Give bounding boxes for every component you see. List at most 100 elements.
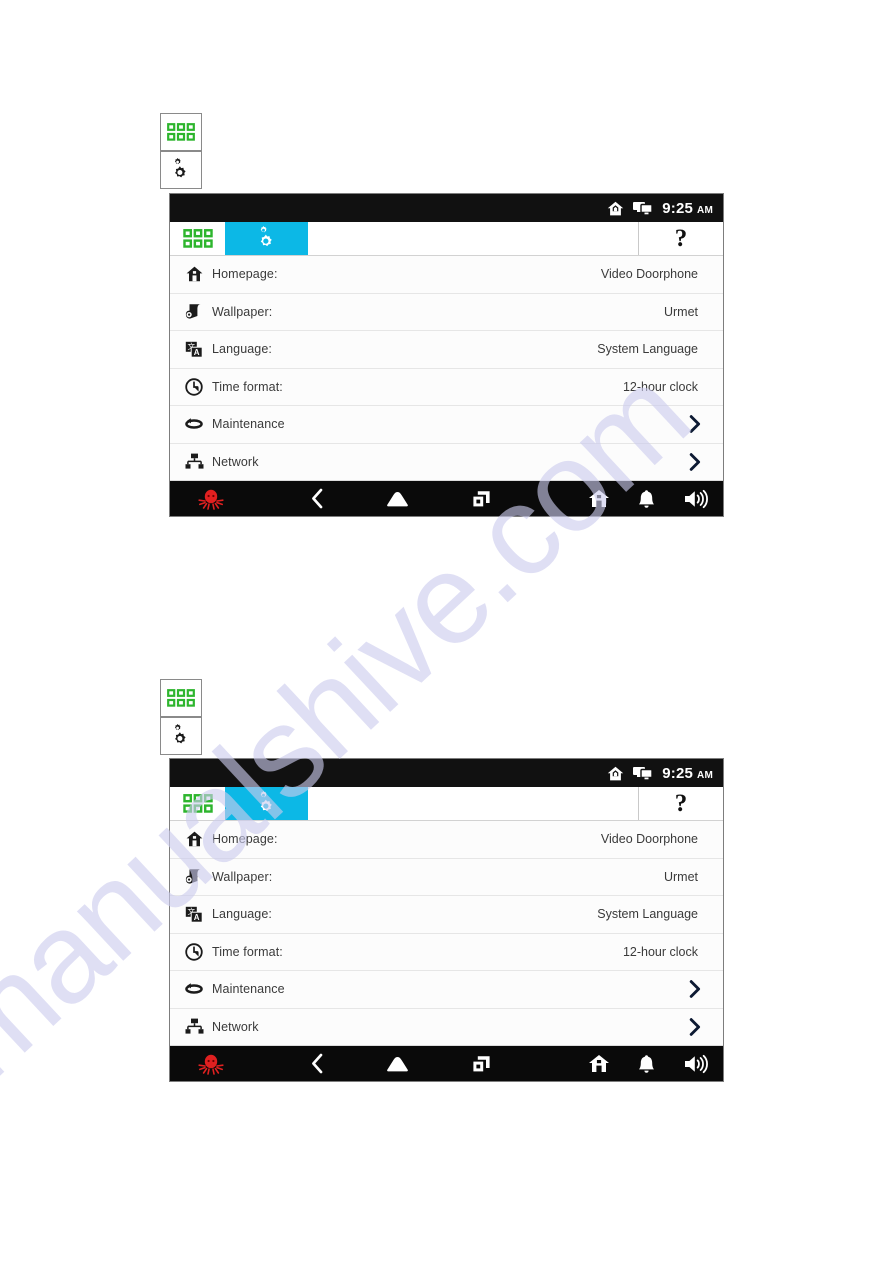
wallpaper-icon [170,303,212,320]
settings-row-label: Language: [212,342,272,357]
apps-grid-icon-chip-1[interactable] [160,113,202,151]
tab-applications[interactable] [170,222,225,255]
svg-text:A: A [194,348,200,357]
settings-list-2: Homepage: Video Doorphone Wallpaper: Urm… [170,821,723,1046]
chevron-right-icon[interactable] [689,415,723,434]
chevron-right-icon[interactable] [689,452,723,471]
house-button[interactable] [588,489,610,508]
clock-time: 9:25 [662,764,694,782]
volume-button[interactable] [683,1054,709,1074]
tab-settings[interactable] [225,787,308,820]
nav-right-group [560,489,723,509]
settings-row-label: Maintenance [212,982,285,997]
chevron-right-icon[interactable] [689,980,723,999]
bell-button[interactable] [638,489,655,509]
language-icon: 文A [170,906,212,923]
home-button[interactable] [384,1055,411,1073]
settings-row-label: Network [212,1019,259,1034]
settings-row-maintenance[interactable]: Maintenance [170,406,723,444]
apps-grid-icon [167,123,195,141]
settings-row-homepage[interactable]: Homepage: Video Doorphone [170,256,723,294]
settings-gear-icon [174,724,186,744]
settings-row-time-format[interactable]: Time format: 12-hour clock [170,368,723,406]
settings-row-network[interactable]: Network [170,1008,723,1046]
clock-meridiem: AM [697,769,713,781]
tab-bar-spacer [308,787,639,820]
home-icon [607,766,624,781]
settings-row-time-format[interactable]: Time format: 12-hour clock [170,933,723,971]
wallpaper-icon [170,868,212,885]
chevron-right-icon[interactable] [689,1017,723,1036]
back-button[interactable] [310,488,324,509]
clock-icon [170,943,212,961]
tab-bar: ? [170,222,723,256]
settings-row-label: Wallpaper: [212,304,273,319]
octopus-logo-icon [170,1053,252,1075]
bell-button[interactable] [638,1054,655,1074]
tab-applications[interactable] [170,787,225,820]
octopus-logo-icon [170,488,252,510]
settings-row-value: System Language [597,907,698,922]
settings-row-value: Video Doorphone [600,832,698,847]
maintenance-icon [170,417,212,431]
nav-mid-group [252,1053,560,1074]
settings-row-label: Language: [212,907,272,922]
tab-bar-spacer [308,222,639,255]
clock-icon [170,378,212,396]
settings-row-label: Homepage: [212,832,278,847]
settings-row-label: Time format: [212,944,283,959]
maintenance-icon [170,982,212,996]
home-icon [170,831,212,847]
help-button[interactable]: ? [639,787,723,820]
settings-row-wallpaper[interactable]: Wallpaper: Urmet [170,858,723,896]
svg-text:A: A [194,913,200,922]
bottom-nav-bar [170,481,723,516]
settings-gear-icon-chip-2[interactable] [160,717,202,755]
home-button[interactable] [384,490,411,508]
apps-grid-icon [167,689,195,707]
nav-mid-group [252,488,560,509]
settings-row-language[interactable]: 文A Language: System Language [170,896,723,934]
apps-grid-icon [182,229,213,248]
home-icon [170,266,212,282]
screens-icon [633,766,653,780]
tab-bar: ? [170,787,723,821]
volume-button[interactable] [683,489,709,509]
language-icon: 文A [170,341,212,358]
settings-row-homepage[interactable]: Homepage: Video Doorphone [170,821,723,859]
status-clock: 9:25 AM [662,200,713,217]
settings-row-value: Urmet [663,869,698,884]
device-screen-2: 9:25 AM ? Homepage: Video Doorphone Wall… [169,758,724,1082]
settings-gear-icon [260,226,272,247]
back-button[interactable] [310,1053,324,1074]
recent-apps-button[interactable] [471,1054,492,1074]
status-clock: 9:25 AM [662,765,713,782]
home-icon [607,201,624,216]
screens-icon [633,201,653,215]
house-button[interactable] [588,1054,610,1073]
nav-right-group [560,1054,723,1074]
settings-list-1: Homepage: Video Doorphone Wallpaper: Urm… [170,256,723,481]
settings-row-label: Time format: [212,379,283,394]
clock-time: 9:25 [662,199,694,217]
settings-gear-icon-chip-1[interactable] [160,151,202,189]
settings-row-value: Urmet [663,304,698,319]
settings-gear-icon [174,158,186,178]
settings-row-maintenance[interactable]: Maintenance [170,971,723,1009]
settings-row-wallpaper[interactable]: Wallpaper: Urmet [170,293,723,331]
settings-row-value: 12-hour clock [622,944,698,959]
status-bar: 9:25 AM [170,759,723,787]
settings-row-label: Maintenance [212,417,285,432]
help-button[interactable]: ? [639,222,723,255]
apps-grid-icon [182,794,213,813]
settings-row-network[interactable]: Network [170,443,723,481]
network-icon [170,1018,212,1035]
settings-row-label: Homepage: [212,267,278,282]
recent-apps-button[interactable] [471,489,492,509]
settings-row-label: Network [212,454,259,469]
apps-grid-icon-chip-2[interactable] [160,679,202,717]
settings-gear-icon [260,791,272,812]
network-icon [170,453,212,470]
tab-settings[interactable] [225,222,308,255]
settings-row-language[interactable]: 文A Language: System Language [170,331,723,369]
